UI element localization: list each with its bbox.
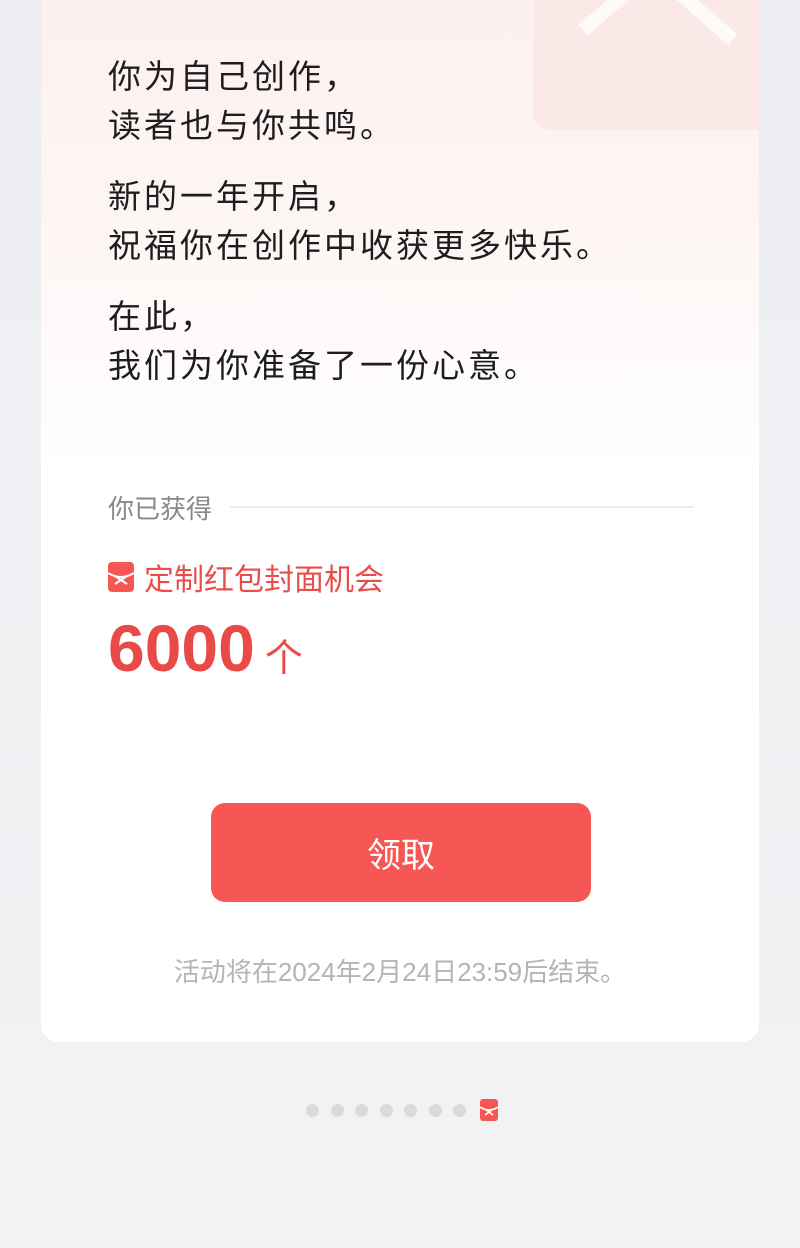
- page-dot[interactable]: [355, 1103, 368, 1117]
- page-dot[interactable]: [428, 1103, 442, 1117]
- claim-button[interactable]: 领取: [211, 803, 591, 902]
- page-dot[interactable]: [379, 1103, 393, 1117]
- activity-end-note: 活动将在2024年2月24日23:59后结束。: [173, 957, 627, 987]
- reward-section-header: 你已获得: [108, 492, 694, 524]
- poem-stanza: 新的一年开启， 祝福你在创作中收获更多快乐。: [108, 172, 612, 270]
- reward-title: 定制红包封面机会: [144, 564, 384, 597]
- reward-row: 定制红包封面机会: [108, 555, 384, 599]
- page-dot[interactable]: [306, 1103, 319, 1117]
- reward-count: 6000 个: [108, 612, 303, 684]
- page-dot[interactable]: [330, 1103, 344, 1117]
- poem-line: 我们为你准备了一份心意。: [108, 346, 540, 385]
- page-dot[interactable]: [453, 1103, 466, 1117]
- poem-line: 在此，: [108, 297, 216, 336]
- page-dot[interactable]: [404, 1103, 417, 1117]
- poem-stanza: 在此， 我们为你准备了一份心意。: [108, 292, 612, 390]
- poem-line: 祝福你在创作中收获更多快乐。: [108, 226, 612, 265]
- divider: [230, 506, 694, 508]
- reward-count-unit: 个: [264, 638, 303, 680]
- poem-line: 读者也与你共鸣。: [108, 106, 396, 145]
- red-envelope-icon: [108, 562, 134, 592]
- red-envelope-icon[interactable]: [479, 1099, 498, 1121]
- reward-count-number: 6000: [108, 611, 255, 685]
- reward-section-label: 你已获得: [108, 493, 213, 524]
- poem-line: 你为自己创作，: [108, 57, 360, 96]
- page-indicator: [306, 1099, 498, 1121]
- greeting-poem: 你为自己创作， 读者也与你共鸣。 新的一年开启， 祝福你在创作中收获更多快乐。 …: [108, 52, 612, 412]
- poem-stanza: 你为自己创作， 读者也与你共鸣。: [108, 52, 612, 150]
- greeting-card: 你为自己创作， 读者也与你共鸣。 新的一年开启， 祝福你在创作中收获更多快乐。 …: [41, 0, 759, 1042]
- poem-line: 新的一年开启，: [108, 177, 360, 216]
